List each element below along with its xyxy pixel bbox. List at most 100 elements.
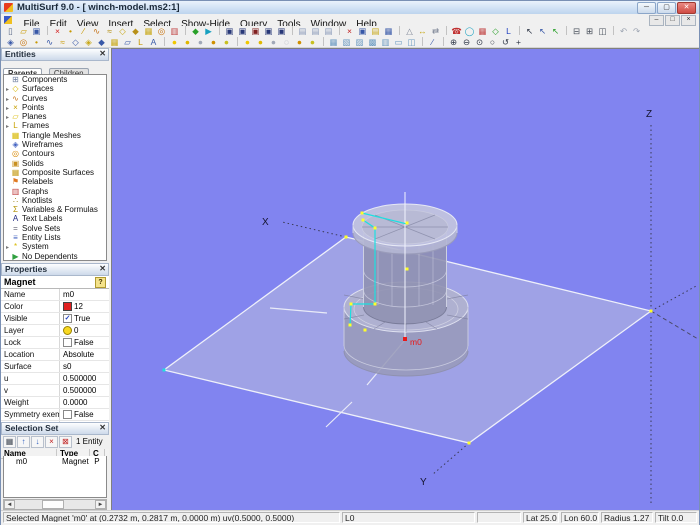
visible-all-icon[interactable]: ● (241, 37, 254, 47)
property-value-name[interactable]: m0 (60, 289, 109, 300)
remove-from-set-icon[interactable]: × (45, 436, 58, 448)
entities-item-variables-formulas[interactable]: Σ Variables & Formulas (4, 205, 106, 214)
show-only-icon[interactable]: ● (293, 37, 306, 47)
property-value-visible[interactable]: ✓ True (60, 313, 109, 324)
solid-tool-icon[interactable]: ◆ (129, 26, 142, 36)
selection-row[interactable]: m0 Magnet P (4, 456, 106, 467)
magnet-m0-marker[interactable] (403, 337, 407, 341)
zoom-in-icon[interactable]: ⊕ (447, 37, 460, 47)
swap-ends-icon[interactable]: ⇄ (429, 26, 442, 36)
contour-tool-icon[interactable]: ◎ (155, 26, 168, 36)
show-selected-icon[interactable]: ● (181, 37, 194, 47)
curve-tool-icon[interactable]: ∿ (90, 26, 103, 36)
snake-tool-icon[interactable]: ≈ (103, 26, 116, 36)
open-file-icon[interactable]: ▱ (17, 26, 30, 36)
selection-list[interactable]: m0 Magnet P (3, 456, 107, 498)
entities-item-triangle-meshes[interactable]: ▦ Triangle Meshes (4, 131, 106, 140)
entities-item-planes[interactable]: ▸ ▱ Planes (4, 112, 106, 121)
mesh-tool-icon[interactable]: ▦ (142, 26, 155, 36)
property-value-v[interactable]: 0.500000 (60, 385, 109, 396)
property-value-u[interactable]: 0.500000 (60, 373, 109, 384)
close-icon[interactable]: ✕ (99, 423, 106, 433)
restore-visibility-icon[interactable]: ● (306, 37, 319, 47)
tile-vertical-icon[interactable]: ⊞ (583, 26, 596, 36)
entities-item-composite-surfaces[interactable]: ▦ Composite Surfaces (4, 168, 106, 177)
plan-view-icon[interactable]: ▭ (392, 37, 405, 47)
revolution-surface-icon[interactable]: ◈ (82, 37, 95, 47)
frame-tool-icon[interactable]: L (502, 26, 515, 36)
entities-item-relabels[interactable]: ⚑ Relabels (4, 177, 106, 186)
view-window-4-icon[interactable]: ▣ (262, 26, 275, 36)
close-button[interactable]: ✕ (677, 2, 696, 14)
pane-layout-1-icon[interactable]: ▤ (296, 26, 309, 36)
zoom-fit-icon[interactable]: ○ (486, 37, 499, 47)
magnet-tool-icon[interactable]: ◈ (4, 37, 17, 47)
show-children-icon[interactable]: ● (220, 37, 233, 47)
view-window-2-icon[interactable]: ▣ (236, 26, 249, 36)
property-value-weight[interactable]: 0.0000 (60, 397, 109, 408)
maximize-button[interactable]: ▢ (657, 2, 676, 14)
checkbox-checked-icon[interactable]: ✓ (63, 314, 72, 323)
view-window-3-icon[interactable]: ▣ (249, 26, 262, 36)
property-value-surface[interactable]: s0 (60, 361, 109, 372)
checkbox-unchecked-icon[interactable] (63, 338, 72, 347)
line-tool-icon[interactable]: ∕ (77, 26, 90, 36)
measure-icon[interactable]: △ (403, 26, 416, 36)
cut-icon[interactable]: × (343, 26, 356, 36)
label-create-icon[interactable]: A (147, 37, 160, 47)
move-down-icon[interactable]: ↓ (31, 436, 44, 448)
undo-icon[interactable]: ↶ (617, 26, 630, 36)
sketch-tool-icon[interactable]: ∕ (426, 37, 439, 47)
viewport-3d[interactable]: X Z Y m0 (111, 48, 699, 510)
shaded-view-icon[interactable]: ▧ (340, 37, 353, 47)
pick-tool-icon[interactable]: ▶ (202, 26, 215, 36)
hide-selected-icon[interactable]: ● (194, 37, 207, 47)
bead-tool-icon[interactable]: • (30, 37, 43, 47)
split-view-icon[interactable]: ◫ (405, 37, 418, 47)
ring-tool-icon[interactable]: ◎ (17, 37, 30, 47)
texture-view-icon[interactable]: ▥ (379, 37, 392, 47)
snake-create-icon[interactable]: ≈ (56, 37, 69, 47)
cursor-add-icon[interactable]: ↖ (536, 26, 549, 36)
redo-icon[interactable]: ↷ (630, 26, 643, 36)
close-icon[interactable]: ✕ (99, 264, 106, 274)
entities-item-text-labels[interactable]: A Text Labels (4, 214, 106, 223)
mdi-restore-button[interactable]: □ (665, 15, 680, 26)
document-icon[interactable] (4, 16, 12, 24)
horizontal-scrollbar[interactable]: ◄ ► (3, 499, 107, 510)
visible-add-icon[interactable]: ● (254, 37, 267, 47)
entities-item-points[interactable]: ▸ × Points (4, 103, 106, 112)
entities-item-surfaces[interactable]: ▸ ◇ Surfaces (4, 84, 106, 93)
plane-create-icon[interactable]: ▱ (121, 37, 134, 47)
property-value-lock[interactable]: False (60, 337, 109, 348)
entities-item-solve-sets[interactable]: = Solve Sets (4, 224, 106, 233)
view-window-1-icon[interactable]: ▣ (223, 26, 236, 36)
scrollbar-thumb[interactable] (42, 500, 64, 509)
property-value-color[interactable]: 12 (60, 301, 109, 312)
cursor-drag-icon[interactable]: ↖ (549, 26, 562, 36)
mdi-close-button[interactable]: × (681, 15, 696, 26)
selection-panel-header[interactable]: Selection Set ✕ (1, 422, 109, 435)
entities-item-solids[interactable]: ▣ Solids (4, 159, 106, 168)
render-view-icon[interactable]: ▩ (366, 37, 379, 47)
entities-item-system[interactable]: ▸ * System (4, 242, 106, 251)
zoom-previous-icon[interactable]: ↺ (499, 37, 512, 47)
paste-icon[interactable]: ▤ (369, 26, 382, 36)
pane-layout-3-icon[interactable]: ▤ (322, 26, 335, 36)
duplicate-icon[interactable]: ▦ (382, 26, 395, 36)
help-icon[interactable]: ? (95, 277, 106, 288)
minimize-button[interactable]: ─ (637, 2, 656, 14)
graph-tool-icon[interactable]: ▥ (168, 26, 181, 36)
property-value-layer[interactable]: 0 (60, 325, 109, 336)
surface-tool-icon[interactable]: ◇ (116, 26, 129, 36)
wireframe-view-icon[interactable]: ▦ (327, 37, 340, 47)
cascade-windows-icon[interactable]: ◫ (596, 26, 609, 36)
solid-create-icon[interactable]: ◆ (95, 37, 108, 47)
entities-tree[interactable]: ⊞ Components ▸ ◇ Surfaces ▸ ∿ Curves ▸ × Points ▸ ▱ P… (3, 74, 107, 261)
entities-item-wireframes[interactable]: ◈ Wireframes (4, 140, 106, 149)
show-all-icon[interactable]: ● (168, 37, 181, 47)
entities-item-knotlists[interactable]: ∴ Knotlists (4, 196, 106, 205)
close-icon[interactable]: ✕ (99, 49, 106, 59)
move-up-icon[interactable]: ↑ (17, 436, 30, 448)
entities-item-graphs[interactable]: ▥ Graphs (4, 187, 106, 196)
